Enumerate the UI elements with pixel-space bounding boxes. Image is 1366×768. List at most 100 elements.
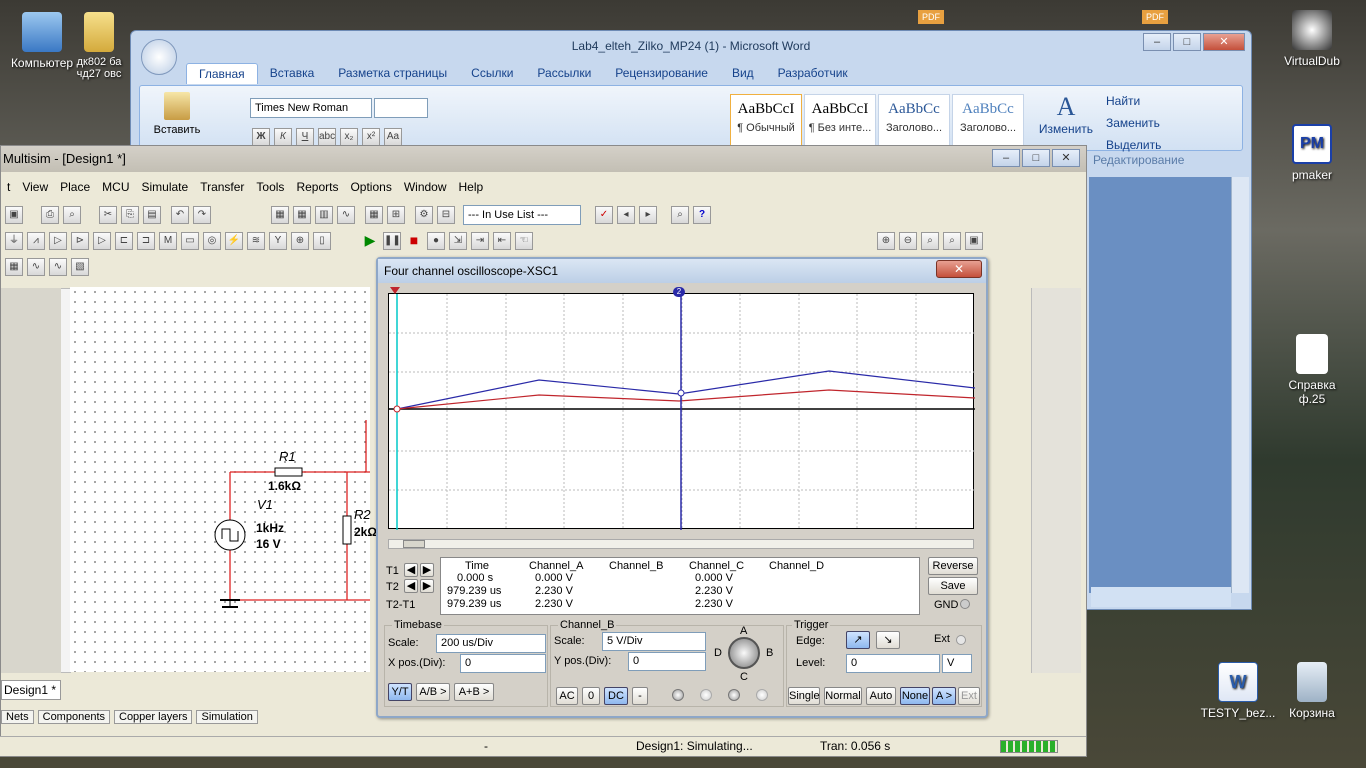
style-normal[interactable]: AaBbCcI ¶ Обычный: [730, 94, 802, 148]
zoom-in-icon[interactable]: ⊕: [877, 232, 895, 250]
word-scrollbar[interactable]: [1231, 177, 1249, 593]
trigger-ext-button[interactable]: Ext: [958, 687, 980, 705]
channel-terminal[interactable]: [756, 689, 768, 701]
zoom-fit-icon[interactable]: ⌕: [943, 232, 961, 250]
zoom-out-icon[interactable]: ⊖: [899, 232, 917, 250]
change-styles-button[interactable]: A Изменить: [1036, 92, 1096, 136]
menu-mcu[interactable]: MCU: [96, 180, 135, 194]
trigger-single-button[interactable]: Single: [788, 687, 820, 705]
step-into-icon[interactable]: ⇲: [449, 232, 467, 250]
trigger-level-unit[interactable]: V: [942, 654, 972, 673]
menu-reports[interactable]: Reports: [290, 180, 344, 194]
source-icon[interactable]: ⏚: [5, 232, 23, 250]
database-icon[interactable]: ▦: [365, 206, 383, 224]
help-icon[interactable]: ?: [693, 206, 711, 224]
coupling-dc-button[interactable]: DC: [604, 687, 628, 705]
find-button[interactable]: Найти: [1106, 90, 1161, 112]
pause-simulation-icon[interactable]: ❚❚: [383, 232, 401, 250]
menu-transfer[interactable]: Transfer: [194, 180, 250, 194]
office-button[interactable]: [141, 39, 177, 75]
channel-scale-field[interactable]: 5 V/Div: [602, 632, 706, 651]
tab-insert[interactable]: Вставка: [258, 63, 327, 84]
cursor-t1-handle[interactable]: [390, 287, 400, 294]
t2-right-button[interactable]: ▶: [420, 579, 434, 593]
transistor-icon[interactable]: ⊳: [71, 232, 89, 250]
superscript-button[interactable]: x²: [362, 128, 380, 146]
rising-edge-button[interactable]: ↗: [846, 631, 870, 649]
mode-a-plus-b-button[interactable]: A+B >: [454, 683, 494, 701]
x-pos-field[interactable]: 0: [460, 654, 546, 673]
paste-icon[interactable]: ▤: [143, 206, 161, 224]
copy-icon[interactable]: ⎘: [121, 206, 139, 224]
channel-terminal[interactable]: [700, 689, 712, 701]
italic-button[interactable]: К: [274, 128, 292, 146]
menu-simulate[interactable]: Simulate: [136, 180, 195, 194]
reverse-button[interactable]: Reverse: [928, 557, 978, 575]
pdf-icon[interactable]: PDF: [918, 10, 944, 24]
erc-icon[interactable]: ✓: [595, 206, 613, 224]
zoom-slider[interactable]: [1091, 587, 1231, 607]
step-over-icon[interactable]: ⇥: [471, 232, 489, 250]
time-scrollbar[interactable]: [388, 539, 974, 549]
subscript-button[interactable]: x₂: [340, 128, 358, 146]
bold-button[interactable]: Ж: [252, 128, 270, 146]
minimize-button[interactable]: –: [1143, 33, 1171, 51]
indicator-icon[interactable]: ◎: [203, 232, 221, 250]
electromech-icon[interactable]: ⊕: [291, 232, 309, 250]
print-icon[interactable]: ⎙: [41, 206, 59, 224]
basic-icon[interactable]: ⩘: [27, 232, 45, 250]
tab-references[interactable]: Ссылки: [459, 63, 525, 84]
paste-button[interactable]: Вставить: [152, 92, 202, 136]
desktop-icon-pmaker[interactable]: PM pmaker: [1270, 124, 1354, 182]
component-wizard-icon[interactable]: ⚙: [415, 206, 433, 224]
grapher-icon[interactable]: ▥: [315, 206, 333, 224]
falling-edge-button[interactable]: ↘: [876, 631, 900, 649]
print-preview-icon[interactable]: ⌕: [63, 206, 81, 224]
trigger-none-button[interactable]: None: [900, 687, 930, 705]
trigger-source-a-button[interactable]: A >: [932, 687, 956, 705]
misc-icon[interactable]: ≋: [247, 232, 265, 250]
menu-place[interactable]: Place: [54, 180, 96, 194]
power-icon[interactable]: ⚡: [225, 232, 243, 250]
back-annotate-icon[interactable]: ◂: [617, 206, 635, 224]
style-heading-2[interactable]: AaBbCc Заголово...: [952, 94, 1024, 148]
t1-left-button[interactable]: ◀: [404, 563, 418, 577]
timebase-scale-field[interactable]: 200 us/Div: [436, 634, 546, 653]
trigger-auto-button[interactable]: Auto: [866, 687, 896, 705]
redo-icon[interactable]: ↷: [193, 206, 211, 224]
undo-icon[interactable]: ↶: [171, 206, 189, 224]
coupling-ac-button[interactable]: AC: [556, 687, 578, 705]
desktop-icon-recycle[interactable]: Корзина: [1270, 662, 1354, 720]
t2-left-button[interactable]: ◀: [404, 579, 418, 593]
t1-right-button[interactable]: ▶: [420, 563, 434, 577]
strikethrough-button[interactable]: abc: [318, 128, 336, 146]
desktop-icon-testy[interactable]: W TESTY_bez...: [1196, 662, 1280, 720]
gnd-terminal[interactable]: [960, 599, 970, 609]
schematic-canvas[interactable]: R1 1.6kΩ V1 1kHz 16 V R2 2kΩ: [70, 287, 377, 672]
ext-terminal[interactable]: [956, 635, 966, 645]
tab-review[interactable]: Рецензирование: [603, 63, 720, 84]
instrument-icon[interactable]: ▦: [5, 258, 23, 276]
spreadsheet-icon[interactable]: ▦: [293, 206, 311, 224]
menu-window[interactable]: Window: [398, 180, 453, 194]
tab-home[interactable]: Главная: [186, 63, 258, 84]
style-heading-1[interactable]: AaBbCc Заголово...: [878, 94, 950, 148]
tab-view[interactable]: Вид: [720, 63, 766, 84]
tab-page-layout[interactable]: Разметка страницы: [326, 63, 459, 84]
style-no-spacing[interactable]: AaBbCcI ¶ Без инте...: [804, 94, 876, 148]
cursor-t2-handle[interactable]: 2: [673, 287, 685, 297]
maximize-button[interactable]: □: [1022, 149, 1050, 167]
instrument-icon[interactable]: ∿: [27, 258, 45, 276]
font-name-select[interactable]: Times New Roman: [250, 98, 372, 118]
rf-icon[interactable]: Y: [269, 232, 287, 250]
coupling-zero-button[interactable]: 0: [582, 687, 600, 705]
mode-ab-button[interactable]: A/B >: [416, 683, 450, 701]
postprocessor-icon[interactable]: ∿: [337, 206, 355, 224]
tab-nets[interactable]: Nets: [1, 710, 34, 724]
tab-mailings[interactable]: Рассылки: [525, 63, 603, 84]
menu-view[interactable]: View: [16, 180, 54, 194]
font-size-select[interactable]: [374, 98, 428, 118]
menu-edit[interactable]: t: [1, 180, 16, 194]
ttl-icon[interactable]: ⊏: [115, 232, 133, 250]
channel-terminal[interactable]: [672, 689, 684, 701]
